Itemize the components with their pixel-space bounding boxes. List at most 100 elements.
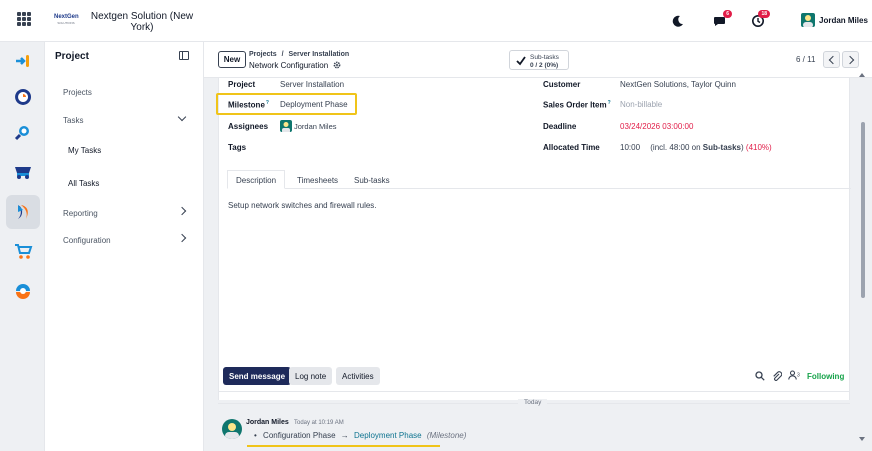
sidebar-item-projects[interactable]: Projects xyxy=(63,88,92,97)
tracking-new-value: Deployment Phase xyxy=(354,431,422,440)
gear-icon[interactable] xyxy=(333,61,341,69)
subtasks-smart-button[interactable]: Sub-tasks 0 / 2 (0%) xyxy=(509,50,569,70)
following-button[interactable]: Following xyxy=(807,372,844,381)
new-button[interactable]: New xyxy=(218,51,246,68)
scroll-down-arrow-icon[interactable] xyxy=(858,436,866,442)
date-separator-label: Today xyxy=(518,399,548,406)
record-title: Network Configuration xyxy=(249,61,341,70)
log-note-button[interactable]: Log note xyxy=(289,367,333,385)
tracking-value-change: • Configuration Phase → Deployment Phase… xyxy=(254,431,466,440)
breadcrumb-separator: / xyxy=(281,51,284,58)
messages-badge: 6 xyxy=(723,10,732,18)
user-name[interactable]: Jordan Miles xyxy=(819,16,868,25)
record-name: Network Configuration xyxy=(249,61,329,70)
rail-app-helpdesk-icon[interactable] xyxy=(6,274,40,308)
paperclip-icon[interactable] xyxy=(772,371,782,381)
followers-icon xyxy=(788,370,797,380)
sidebar-toggle-icon[interactable] xyxy=(179,51,189,60)
app-rail xyxy=(0,42,45,451)
followers-count: 3 xyxy=(797,372,800,379)
sidebar-item-tasks[interactable]: Tasks xyxy=(63,116,83,125)
scroll-up-arrow-icon[interactable] xyxy=(858,72,866,78)
chevron-right-icon[interactable] xyxy=(177,233,187,243)
milestone-help-icon[interactable]: ? xyxy=(266,100,269,106)
activities-badge: 18 xyxy=(758,10,770,18)
notebook-tabs: Description Timesheets Sub-tasks xyxy=(227,170,851,189)
chevron-down-icon[interactable] xyxy=(177,112,187,122)
allocated-time-percent: (410%) xyxy=(745,143,772,152)
description-text[interactable]: Setup network switches and firewall rule… xyxy=(228,201,377,210)
sales-order-item-field[interactable]: Non-billable xyxy=(620,100,662,109)
rail-app-search-icon[interactable] xyxy=(6,116,40,150)
messages-icon[interactable]: 6 xyxy=(713,10,732,28)
sidebar-item-my-tasks[interactable]: My Tasks xyxy=(68,146,101,155)
breadcrumb: Projects / Server Installation xyxy=(249,51,349,58)
project-field[interactable]: Server Installation xyxy=(280,80,344,89)
deadline-field[interactable]: 03/24/2026 03:00:00 xyxy=(620,122,693,131)
top-bar: NextGen SOLUTIONS Nextgen Solution (New … xyxy=(0,0,872,42)
company-logo: NextGen SOLUTIONS xyxy=(54,14,79,25)
sidebar-item-configuration[interactable]: Configuration xyxy=(63,236,111,245)
customer-label: Customer xyxy=(543,80,581,89)
allocated-time-detail-end: ) xyxy=(741,143,744,152)
milestone-field[interactable]: Deployment Phase xyxy=(280,100,348,109)
side-menu-title: Project xyxy=(55,51,89,62)
tab-timesheets[interactable]: Timesheets xyxy=(288,170,347,189)
subtasks-count: 0 / 2 (0%) xyxy=(530,62,559,69)
send-message-button[interactable]: Send message xyxy=(223,367,292,385)
sales-order-item-label: Sales Order Item? xyxy=(543,100,611,110)
apps-menu-icon[interactable] xyxy=(17,12,31,26)
assignee-name: Jordan Miles xyxy=(294,121,337,131)
pager-value: 6 / 11 xyxy=(796,55,816,64)
dark-mode-moon-icon[interactable] xyxy=(671,14,685,28)
customer-field[interactable]: NextGen Solutions, Taylor Quinn xyxy=(620,80,736,89)
assignees-label: Assignees xyxy=(228,122,269,131)
company-name[interactable]: Nextgen Solution (New York) xyxy=(86,11,198,33)
tags-label: Tags xyxy=(228,143,247,152)
sales-order-item-help-icon[interactable]: ? xyxy=(608,100,611,106)
tracking-highlight-underline xyxy=(247,445,440,447)
assignees-field[interactable]: Jordan Miles xyxy=(280,120,337,132)
search-icon[interactable] xyxy=(755,371,765,381)
rail-app-project-icon[interactable] xyxy=(6,195,40,229)
activities-clock-icon[interactable]: 18 xyxy=(751,10,770,28)
tab-description[interactable]: Description xyxy=(227,170,286,189)
allocated-time-subtasks: Sub-tasks xyxy=(702,143,741,152)
allocated-time-label: Allocated Time xyxy=(543,143,600,152)
user-avatar[interactable] xyxy=(801,13,815,27)
pager-previous-button[interactable] xyxy=(823,51,840,68)
sidebar-item-reporting[interactable]: Reporting xyxy=(63,209,98,218)
rail-app-inventory-icon[interactable] xyxy=(6,234,40,268)
tracking-field-name: (Milestone) xyxy=(426,431,467,440)
rail-app-field-service-icon[interactable] xyxy=(6,154,40,188)
bullet: • xyxy=(254,431,257,440)
activities-button[interactable]: Activities xyxy=(336,367,380,385)
side-menu: Project Projects Tasks My Tasks All Task… xyxy=(45,42,204,451)
scrollbar-thumb[interactable] xyxy=(861,122,865,298)
pager-next-button[interactable] xyxy=(842,51,859,68)
allocated-time-field[interactable]: 10:00 (incl. 48:00 on Sub-tasks) (410%) xyxy=(620,143,772,152)
followers-button[interactable]: 3 xyxy=(788,370,800,382)
tracking-old-value: Configuration Phase xyxy=(263,431,336,440)
chatter-toolbar: Send message Log note Activities 3 Follo… xyxy=(218,360,850,392)
form-sheet: Project Server Installation Milestone? D… xyxy=(216,78,851,400)
message-time: Today at 10:19 AM xyxy=(294,420,344,426)
message-author[interactable]: Jordan Miles xyxy=(246,419,289,426)
subtasks-label: Sub-tasks xyxy=(530,54,559,61)
allocated-time-detail: (incl. 48:00 on xyxy=(650,143,701,152)
breadcrumb-projects[interactable]: Projects xyxy=(249,51,277,58)
tab-sub-tasks[interactable]: Sub-tasks xyxy=(345,170,399,189)
arrow-right-icon: → xyxy=(340,431,349,440)
milestone-label: Milestone? xyxy=(228,100,269,110)
assignee-avatar xyxy=(280,120,292,132)
breadcrumb-project[interactable]: Server Installation xyxy=(288,51,349,58)
check-icon xyxy=(516,56,526,66)
rail-app-discuss-icon[interactable] xyxy=(6,44,40,78)
chevron-right-icon[interactable] xyxy=(177,206,187,216)
control-panel: New Projects / Server Installation Netwo… xyxy=(204,42,872,78)
sidebar-item-all-tasks[interactable]: All Tasks xyxy=(68,179,99,188)
rail-app-crm-icon[interactable] xyxy=(6,80,40,114)
message-author-avatar[interactable] xyxy=(222,419,242,439)
project-label: Project xyxy=(228,80,256,89)
main-content: New Projects / Server Installation Netwo… xyxy=(204,42,872,451)
